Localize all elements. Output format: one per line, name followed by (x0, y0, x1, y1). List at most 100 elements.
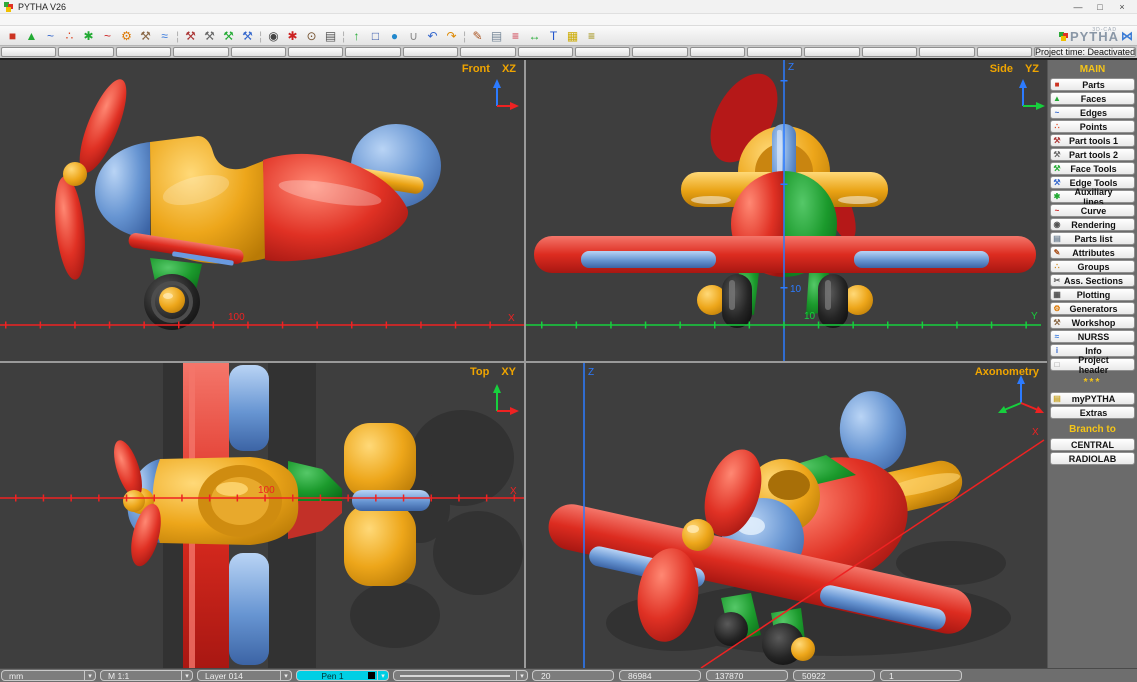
part-tools-1-icon[interactable]: ⚒ (181, 27, 200, 45)
auxiliary-lines-icon[interactable]: ✱ (79, 27, 98, 45)
edges-icon[interactable]: ~ (41, 27, 60, 45)
sidebar-item-attributes[interactable]: ✎ Attributes (1050, 246, 1135, 259)
edge-tools-icon[interactable]: ⚒ (238, 27, 257, 45)
viewport-axonometry[interactable]: Z X Axonometry (526, 363, 1047, 668)
sidebar-item-ass-sections[interactable]: ✂ Ass. Sections (1050, 274, 1135, 287)
view-neg-xz-button[interactable] (231, 47, 286, 57)
face-tools-icon[interactable]: ⚒ (219, 27, 238, 45)
hatch-icon[interactable]: ▦ (563, 27, 582, 45)
project-time-button[interactable]: Project time: Deactivated (1034, 47, 1136, 57)
save-icon[interactable]: □ (366, 27, 385, 45)
unit-dropdown[interactable]: mm ▾ (1, 670, 96, 681)
chevron-down-icon[interactable]: ▾ (516, 671, 527, 680)
view-xz-button[interactable] (116, 47, 171, 57)
sidebar-item-curve[interactable]: ~ Curve (1050, 204, 1135, 217)
viewport-side-canvas[interactable]: Z 10 10 Y (526, 60, 1047, 361)
chevron-down-icon[interactable]: ▾ (181, 671, 192, 680)
sidebar-item-part-tools-1[interactable]: ⚒ Part tools 1 (1050, 134, 1135, 147)
toolbar-separator[interactable]: ¦ (174, 27, 181, 45)
view-persp-button[interactable] (460, 47, 515, 57)
viewport-side-label: SideYZ (990, 63, 1039, 75)
sidebar-item-extras[interactable]: Extras (1050, 406, 1135, 419)
sidebar-item-central[interactable]: CENTRAL (1050, 438, 1135, 451)
toy-plane-side-view[interactable] (51, 74, 441, 330)
sidebar-item-radiolab[interactable]: RADIOLAB (1050, 452, 1135, 465)
redo-icon[interactable]: ↷ (442, 27, 461, 45)
toolbar-separator[interactable]: ¦ (340, 27, 347, 45)
toggle-solid-button[interactable] (632, 47, 687, 57)
dimension-icon[interactable]: ↔ (525, 27, 544, 45)
sidebar-item-rendering[interactable]: ◉ Rendering (1050, 218, 1135, 231)
toggle-points-button[interactable] (862, 47, 917, 57)
viewport-side[interactable]: Z 10 10 Y SideYZ (526, 60, 1047, 361)
parts-list-icon[interactable]: ▤ (487, 27, 506, 45)
generators-icon[interactable]: ⚙ (117, 27, 136, 45)
sidebar-item-face-tools[interactable]: ⚒ Face Tools (1050, 162, 1135, 175)
sidebar-item-part-tools-2[interactable]: ⚒ Part tools 2 (1050, 148, 1135, 161)
viewport-front[interactable]: 100 X FrontXZ (0, 60, 524, 361)
rendering-camera-icon[interactable]: ◉ (264, 27, 283, 45)
workshop-icon[interactable]: ⚒ (136, 27, 155, 45)
text-icon[interactable]: T (544, 27, 563, 45)
sections-icon[interactable]: ≡ (506, 27, 525, 45)
part-tools-2-icon[interactable]: ⚒ (200, 27, 219, 45)
svg-text:X: X (1032, 427, 1039, 438)
sidebar-item-workshop[interactable]: ⚒ Workshop (1050, 316, 1135, 329)
cup-icon[interactable]: ∪ (404, 27, 423, 45)
sidebar-item-edges[interactable]: ~ Edges (1050, 106, 1135, 119)
attributes-pencil-icon[interactable]: ✎ (468, 27, 487, 45)
plot-icon[interactable]: ▤ (321, 27, 340, 45)
chevron-down-icon[interactable]: ▾ (377, 671, 388, 680)
toolbar-separator[interactable]: ¦ (461, 27, 468, 45)
viewport-front-canvas[interactable]: 100 X (0, 60, 524, 361)
sidebar-item-points[interactable]: ∴ Points (1050, 120, 1135, 133)
viewport-top[interactable]: 100 X TopXY (0, 363, 524, 668)
toggle-grid-button[interactable] (804, 47, 859, 57)
maximize-button[interactable]: □ (1089, 2, 1111, 12)
more-button[interactable] (977, 47, 1032, 57)
sidebar-item-project-header[interactable]: □ Project header (1050, 358, 1135, 371)
toggle-shaded-button[interactable] (690, 47, 745, 57)
view-zoom-button[interactable] (518, 47, 573, 57)
view-neg-yz-button[interactable] (288, 47, 343, 57)
toolbar-separator[interactable]: ¦ (257, 27, 264, 45)
view-yz-button[interactable] (173, 47, 228, 57)
faces-icon[interactable]: ▲ (22, 27, 41, 45)
toggle-material-button[interactable] (919, 47, 974, 57)
viewport-top-canvas[interactable]: 100 X (0, 363, 524, 668)
fly-mode-icon[interactable]: ✱ (283, 27, 302, 45)
chevron-down-icon[interactable]: ▾ (280, 671, 291, 680)
view-4views-button[interactable] (345, 47, 400, 57)
view-axo-button[interactable] (403, 47, 458, 57)
sidebar-item-mypytha[interactable]: ▤ myPYTHA (1050, 392, 1135, 405)
nurss-icon[interactable]: ≈ (155, 27, 174, 45)
layers-icon[interactable]: ≡ (582, 27, 601, 45)
toggle-shadow-button[interactable] (747, 47, 802, 57)
points-icon[interactable]: ∴ (60, 27, 79, 45)
sidebar-item-nurss[interactable]: ≈ NURSS (1050, 330, 1135, 343)
parts-icon[interactable]: ■ (3, 27, 22, 45)
view-prev-button[interactable] (1, 47, 56, 57)
toggle-edges-button[interactable] (575, 47, 630, 57)
view-xy-button[interactable] (58, 47, 113, 57)
undo-icon[interactable]: ↶ (423, 27, 442, 45)
sidebar-item-plotting[interactable]: ▦ Plotting (1050, 288, 1135, 301)
line-width-dropdown[interactable]: ▾ (393, 670, 528, 681)
sidebar-item-auxiliary-lines[interactable]: ✱ Auxiliary lines (1050, 190, 1135, 203)
minimize-button[interactable]: — (1067, 2, 1089, 12)
sidebar-item-generators[interactable]: ⚙ Generators (1050, 302, 1135, 315)
sidebar-item-parts-list[interactable]: ▤ Parts list (1050, 232, 1135, 245)
sidebar-item-faces[interactable]: ▲ Faces (1050, 92, 1135, 105)
sidebar-item-parts[interactable]: ■ Parts (1050, 78, 1135, 91)
layer-dropdown[interactable]: Layer 014 ▾ (197, 670, 292, 681)
chevron-down-icon[interactable]: ▾ (84, 671, 95, 680)
eye-icon[interactable]: ⊙ (302, 27, 321, 45)
close-button[interactable]: × (1111, 2, 1133, 12)
scale-dropdown[interactable]: M 1:1 ▾ (100, 670, 193, 681)
curve-icon[interactable]: ~ (98, 27, 117, 45)
ink-drop-icon[interactable]: ● (385, 27, 404, 45)
sidebar-item-groups[interactable]: ∴ Groups (1050, 260, 1135, 273)
import-icon[interactable]: ↑ (347, 27, 366, 45)
viewport-axo-canvas[interactable]: Z X (526, 363, 1047, 668)
pen-dropdown[interactable]: Pen 1 ▾ (296, 670, 389, 681)
